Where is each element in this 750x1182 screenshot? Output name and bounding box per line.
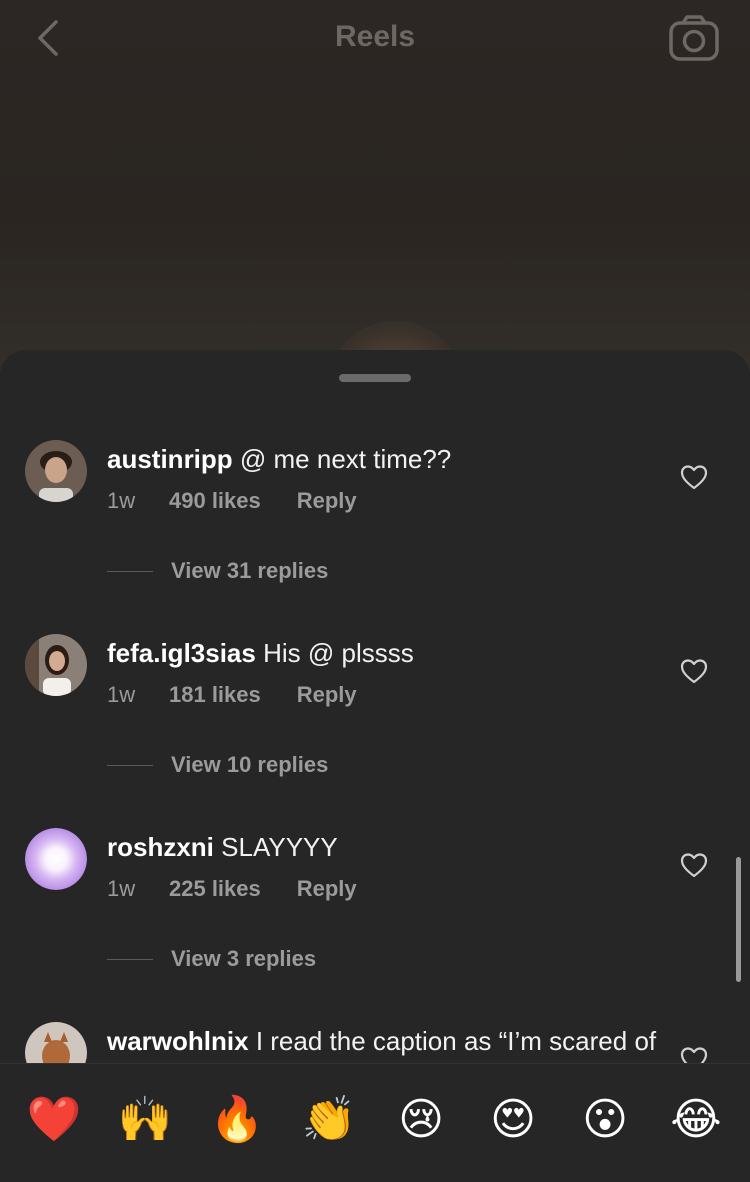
top-bar: Reels xyxy=(0,0,750,80)
heart-icon[interactable] xyxy=(680,464,708,490)
camera-icon xyxy=(669,15,719,61)
avatar[interactable] xyxy=(25,1022,87,1063)
heart-eyes-emoji-button[interactable]: 😍 xyxy=(485,1092,541,1148)
avatar[interactable] xyxy=(25,634,87,696)
heart-icon[interactable] xyxy=(680,1046,708,1063)
page-title: Reels xyxy=(334,20,416,53)
comment-text: roshzxni SLAYYYY xyxy=(107,830,667,864)
comment-text: warwohlnix I read the caption as “I’m sc… xyxy=(107,1024,667,1063)
comment-meta: 1w 225 likes Reply xyxy=(107,876,357,902)
comment-username[interactable]: austinripp xyxy=(107,444,233,474)
replies-divider xyxy=(107,570,153,572)
view-replies-label: View 31 replies xyxy=(171,558,329,583)
avatar[interactable] xyxy=(25,828,87,890)
clapping-hands-emoji-button[interactable]: 👏 xyxy=(301,1092,357,1148)
view-replies-label: View 3 replies xyxy=(171,946,317,971)
comment-username[interactable]: roshzxni xyxy=(107,832,214,862)
crying-face-emoji-button[interactable]: 😢 xyxy=(393,1092,449,1148)
comment-body: @ me next time?? xyxy=(239,444,452,474)
comments-sheet: austinripp @ me next time?? 1w 490 likes… xyxy=(0,350,750,1182)
comment-meta: 1w 490 likes Reply xyxy=(107,488,357,514)
view-replies-label: View 10 replies xyxy=(171,752,329,777)
comment-body: SLAYYYY xyxy=(221,832,338,862)
scrollbar[interactable] xyxy=(736,857,741,982)
avatar[interactable] xyxy=(25,440,87,502)
sheet-drag-handle[interactable] xyxy=(339,374,411,382)
reply-button[interactable]: Reply xyxy=(297,876,357,902)
heart-icon[interactable] xyxy=(680,852,708,878)
comment-likes[interactable]: 181 likes xyxy=(169,682,261,708)
replies-divider xyxy=(107,764,153,766)
view-replies-button[interactable]: View 31 replies xyxy=(107,558,328,584)
tears-of-joy-emoji-button[interactable]: 😂 xyxy=(668,1092,724,1148)
comment-time: 1w xyxy=(107,488,136,513)
comment-username[interactable]: fefa.igl3sias xyxy=(107,638,256,668)
replies-divider xyxy=(107,958,153,960)
raising-hands-emoji-button[interactable]: 🙌 xyxy=(117,1092,173,1148)
comment-likes[interactable]: 225 likes xyxy=(169,876,261,902)
reply-button[interactable]: Reply xyxy=(297,682,357,708)
view-replies-button[interactable]: View 10 replies xyxy=(107,752,328,778)
comment-meta: 1w 181 likes Reply xyxy=(107,682,357,708)
comment-text: fefa.igl3sias His @ plssss xyxy=(107,636,667,670)
comment-body: His @ plssss xyxy=(263,638,414,668)
camera-button[interactable] xyxy=(668,14,720,62)
red-heart-emoji-button[interactable]: ❤️ xyxy=(26,1092,82,1148)
comment-text: austinripp @ me next time?? xyxy=(107,442,667,476)
comment-time: 1w xyxy=(107,682,136,707)
emoji-reaction-bar: ❤️ 🙌 🔥 👏 😢 😍 😮 😂 xyxy=(0,1063,750,1182)
surprised-face-emoji-button[interactable]: 😮 xyxy=(577,1092,633,1148)
fire-emoji-button[interactable]: 🔥 xyxy=(209,1092,265,1148)
comment-username[interactable]: warwohlnix xyxy=(107,1026,249,1056)
comment-time: 1w xyxy=(107,876,136,901)
view-replies-button[interactable]: View 3 replies xyxy=(107,946,316,972)
heart-icon[interactable] xyxy=(680,658,708,684)
comment-likes[interactable]: 490 likes xyxy=(169,488,261,514)
reply-button[interactable]: Reply xyxy=(297,488,357,514)
comments-list[interactable]: austinripp @ me next time?? 1w 490 likes… xyxy=(0,350,750,1063)
